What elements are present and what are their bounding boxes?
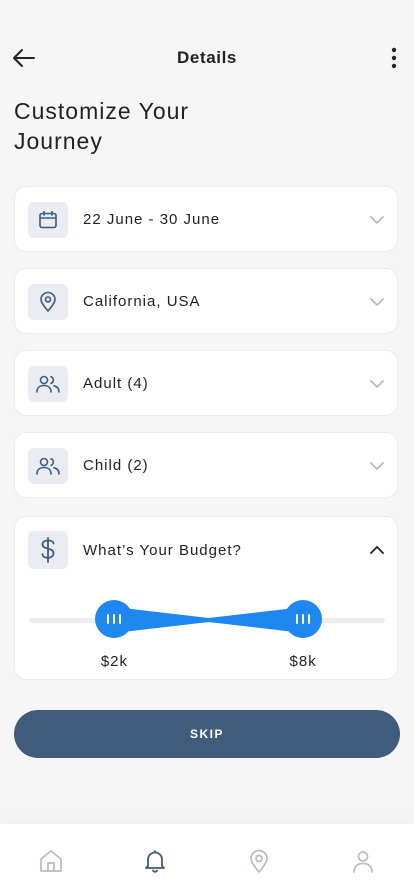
more-options-button[interactable] xyxy=(380,44,408,72)
bottom-tab-bar xyxy=(0,824,414,896)
more-vertical-icon xyxy=(391,47,397,69)
location-pin-icon xyxy=(250,849,268,873)
location-value: California, USA xyxy=(83,293,201,310)
budget-range-slider[interactable]: $2k $8k xyxy=(15,587,399,670)
budget-max-value: $8k xyxy=(289,653,317,670)
location-pin-icon xyxy=(28,284,68,320)
bell-icon xyxy=(145,850,165,873)
location-selector[interactable]: California, USA xyxy=(14,268,398,334)
tab-profile[interactable] xyxy=(350,848,376,874)
chevron-up-icon xyxy=(370,546,384,554)
budget-toggle[interactable]: What’s Your Budget? xyxy=(15,517,397,583)
tab-notifications[interactable] xyxy=(142,848,168,874)
tab-location[interactable] xyxy=(246,848,272,874)
child-count-value: Child (2) xyxy=(83,457,149,474)
budget-min-value: $2k xyxy=(100,653,129,670)
home-icon xyxy=(40,850,62,872)
calendar-icon xyxy=(28,202,68,238)
child-count-selector[interactable]: Child (2) xyxy=(14,432,398,498)
user-icon xyxy=(353,851,373,873)
users-icon xyxy=(28,448,68,484)
top-bar: Details xyxy=(0,36,414,80)
tab-home[interactable] xyxy=(38,848,64,874)
page-title: Customize Your Journey xyxy=(14,98,190,154)
adult-count-selector[interactable]: Adult (4) xyxy=(14,350,398,416)
budget-label: What’s Your Budget? xyxy=(83,542,242,559)
budget-panel: What’s Your Budget? $2k $8k xyxy=(14,516,398,680)
slider-selected-range xyxy=(114,607,304,633)
dollar-icon xyxy=(28,531,68,569)
slider-max-thumb[interactable] xyxy=(284,600,323,638)
page-header-title: Details xyxy=(177,48,237,67)
users-icon xyxy=(28,366,68,402)
date-range-selector[interactable]: 22 June - 30 June xyxy=(14,186,398,252)
date-range-value: 22 June - 30 June xyxy=(83,211,221,228)
adult-count-value: Adult (4) xyxy=(83,375,149,392)
chevron-down-icon xyxy=(370,216,384,224)
chevron-down-icon xyxy=(370,462,384,470)
skip-button[interactable]: SKIP xyxy=(14,710,400,758)
chevron-down-icon xyxy=(370,298,384,306)
chevron-down-icon xyxy=(370,380,384,388)
